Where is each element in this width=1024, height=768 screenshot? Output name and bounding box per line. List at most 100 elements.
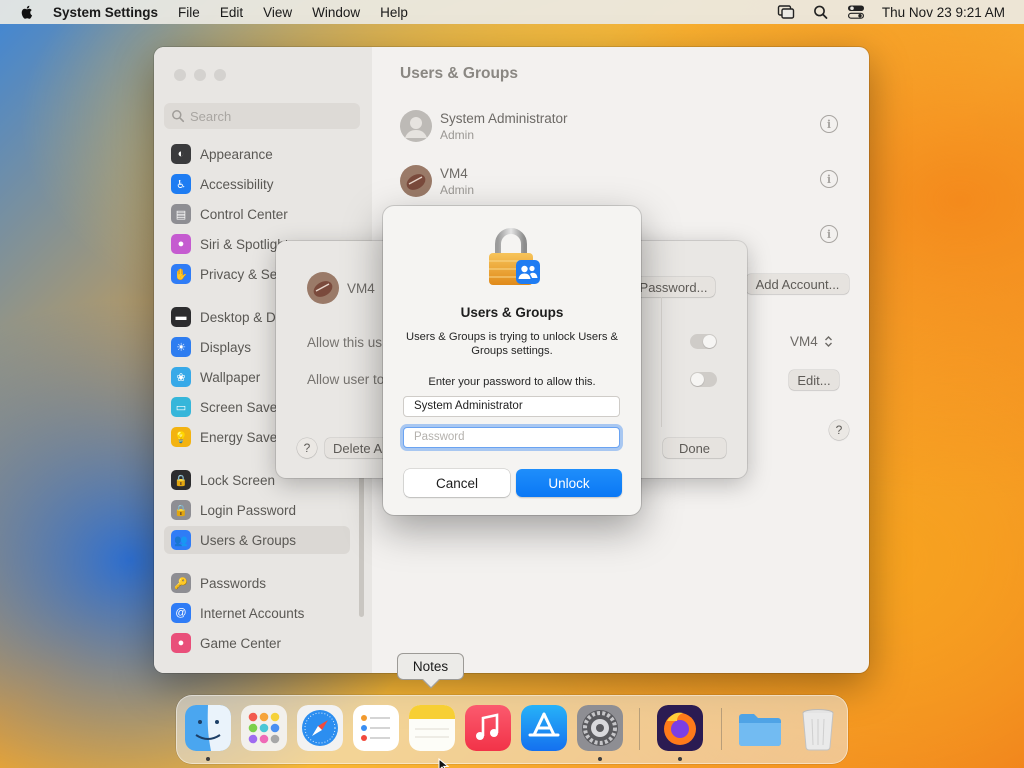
downloads-folder-icon[interactable]	[737, 705, 783, 751]
help-button[interactable]: ?	[829, 420, 849, 440]
avatar-generic	[400, 110, 432, 142]
menu-window[interactable]: Window	[312, 5, 360, 20]
login-password-icon: 🔒	[171, 500, 191, 520]
internet-accounts-icon: @	[171, 603, 191, 623]
game-center-icon: ●	[171, 633, 191, 653]
menu-file[interactable]: File	[178, 5, 200, 20]
apple-menu-icon[interactable]	[19, 4, 35, 20]
window-minimize-button[interactable]	[194, 69, 206, 81]
dock-running-indicator	[678, 757, 682, 761]
menu-clock[interactable]: Thu Nov 23 9:21 AM	[882, 5, 1005, 20]
allow-admin-toggle[interactable]	[690, 334, 717, 349]
user-info-icon[interactable]: i	[820, 115, 838, 133]
avatar-vm4	[400, 165, 432, 197]
sidebar-item-label: Energy Saver	[200, 429, 282, 445]
safari-icon[interactable]	[297, 705, 343, 751]
trash-icon[interactable]	[795, 705, 841, 751]
sidebar-item-label: Appearance	[200, 146, 273, 162]
sidebar-item-label: Passwords	[200, 575, 267, 591]
tooltip-tail	[422, 671, 440, 689]
sidebar-item-label: Users & Groups	[200, 532, 297, 548]
spotlight-search-icon[interactable]	[812, 4, 830, 20]
notes-icon[interactable]	[409, 705, 455, 751]
edit-button[interactable]: Edit...	[789, 370, 839, 390]
add-account-button[interactable]: Add Account...	[746, 274, 849, 294]
dock	[176, 695, 848, 764]
user-role: Admin	[440, 128, 475, 142]
user-row-system-administrator[interactable]: System Administrator Admin i	[400, 105, 850, 155]
firefox-icon[interactable]	[657, 705, 703, 751]
avatar-vm4	[307, 272, 339, 304]
dock-running-indicator	[206, 757, 210, 761]
search-placeholder: Search	[190, 109, 232, 124]
cancel-button[interactable]: Cancel	[404, 469, 510, 497]
launchpad-icon[interactable]	[241, 705, 287, 751]
system-settings-icon[interactable]	[577, 705, 623, 751]
desktop-dock-icon: ▬	[171, 307, 191, 327]
sidebar-item-label: Internet Accounts	[200, 605, 305, 621]
unlock-button[interactable]: Unlock	[516, 469, 622, 497]
wallpaper-icon: ❀	[171, 367, 191, 387]
sidebar-item-passwords[interactable]: 🔑 Passwords	[164, 569, 350, 597]
change-password-button[interactable]: Password...	[632, 277, 715, 297]
sidebar-item-game-center[interactable]: ● Game Center	[164, 629, 350, 657]
user-name: System Administrator	[440, 111, 568, 126]
dialog-title: Users & Groups	[460, 305, 564, 320]
control-center-icon[interactable]	[847, 4, 865, 20]
sidebar-item-control-center[interactable]: ▤ Control Center	[164, 200, 350, 228]
sheet-help-button[interactable]: ?	[297, 438, 317, 458]
control-center-icon: ▤	[171, 204, 191, 224]
sidebar-item-accessibility[interactable]: ♿ Accessibility	[164, 170, 350, 198]
music-icon[interactable]	[465, 705, 511, 751]
lock-users-icon	[489, 228, 540, 285]
passwords-key-icon: 🔑	[171, 573, 191, 593]
menu-app-name[interactable]: System Settings	[53, 5, 158, 20]
mouse-pointer-icon	[438, 758, 450, 768]
siri-icon: ●	[171, 234, 191, 254]
appearance-icon: ◐	[171, 144, 191, 164]
finder-icon[interactable]	[185, 705, 231, 751]
menu-help[interactable]: Help	[380, 5, 408, 20]
menu-view[interactable]: View	[263, 5, 292, 20]
accessibility-icon: ♿	[171, 174, 191, 194]
user-info-icon[interactable]: i	[820, 225, 838, 243]
allow-reset-toggle[interactable]	[690, 372, 717, 387]
allow-reset-label: Allow user to	[307, 372, 385, 387]
sidebar-search-input[interactable]: Search	[164, 103, 360, 129]
sidebar-item-label: Screen Saver	[200, 399, 282, 415]
dock-tooltip: Notes	[397, 653, 464, 689]
window-close-button[interactable]	[174, 69, 186, 81]
dock-separator	[639, 708, 640, 750]
sidebar-scrollbar[interactable]	[359, 472, 364, 617]
sidebar-item-login-password[interactable]: 🔒 Login Password	[164, 496, 350, 524]
screen-saver-icon: ▭	[171, 397, 191, 417]
sidebar-item-appearance[interactable]: ◐ Appearance	[164, 140, 350, 168]
password-field[interactable]: Password	[403, 427, 620, 448]
sheet-user-name: VM4	[347, 281, 375, 296]
delete-account-button[interactable]: Delete A	[325, 438, 389, 458]
page-title: Users & Groups	[400, 65, 519, 82]
sheet-divider	[661, 297, 662, 427]
window-zoom-button[interactable]	[214, 69, 226, 81]
reminders-icon[interactable]	[353, 705, 399, 751]
done-button[interactable]: Done	[663, 438, 726, 458]
username-field[interactable]: System Administrator	[403, 396, 620, 417]
menu-bar: System Settings File Edit View Window He…	[0, 0, 1024, 24]
sidebar-item-label: Accessibility	[200, 176, 274, 192]
user-info-icon[interactable]: i	[820, 170, 838, 188]
user-row-vm4[interactable]: VM4 Admin i	[400, 160, 850, 210]
automatic-login-select[interactable]: VM4	[790, 334, 833, 349]
chevron-updown-icon	[824, 336, 832, 347]
displays-icon: ☀	[171, 337, 191, 357]
sidebar-item-internet-accounts[interactable]: @ Internet Accounts	[164, 599, 350, 627]
app-store-icon[interactable]	[521, 705, 567, 751]
dialog-prompt: Enter your password to allow this.	[428, 376, 596, 388]
dock-separator	[721, 708, 722, 750]
energy-saver-icon: 💡	[171, 427, 191, 447]
sidebar-item-label: Wallpaper	[200, 369, 261, 385]
lock-screen-icon: 🔒	[171, 470, 191, 490]
sidebar-item-users-groups[interactable]: 👥 Users & Groups	[164, 526, 350, 554]
screen-mirroring-icon[interactable]	[777, 4, 795, 20]
allow-admin-label: Allow this us	[307, 335, 383, 350]
menu-edit[interactable]: Edit	[220, 5, 243, 20]
